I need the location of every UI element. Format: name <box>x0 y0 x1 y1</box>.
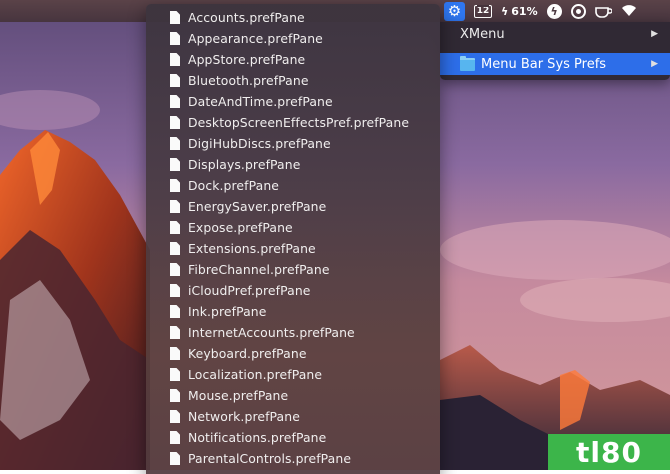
menu-bar-status-area: ⚙ 12 ϟ 61% ϟ <box>440 0 670 22</box>
menu-item-prefpane[interactable]: Localization.prefPane <box>146 364 440 385</box>
menu-item-prefpane[interactable]: iCloudPref.prefPane <box>146 280 440 301</box>
document-icon <box>170 221 180 234</box>
document-icon <box>170 116 180 129</box>
prefpane-label: FibreChannel.prefPane <box>188 262 330 277</box>
prefpane-label: iCloudPref.prefPane <box>188 283 311 298</box>
battery-percent: 61% <box>511 4 538 18</box>
prefpane-label: Accounts.prefPane <box>188 10 305 25</box>
menu-item-prefpane[interactable]: ParentalControls.prefPane <box>146 448 440 469</box>
menu-item-prefpane[interactable]: Bluetooth.prefPane <box>146 70 440 91</box>
coffee-cup-icon[interactable] <box>594 2 612 20</box>
battery-status[interactable]: ϟ 61% <box>501 2 538 20</box>
menu-item-prefpane[interactable]: Dock.prefPane <box>146 175 440 196</box>
menu-item-prefpane[interactable]: Appearance.prefPane <box>146 28 440 49</box>
document-icon <box>170 368 180 381</box>
document-icon <box>170 137 180 150</box>
submenu-arrow-icon: ▶ <box>651 29 658 39</box>
menu-item-prefpane[interactable]: FibreChannel.prefPane <box>146 259 440 280</box>
document-icon <box>170 410 180 423</box>
document-icon <box>170 179 180 192</box>
prefpane-label: ParentalControls.prefPane <box>188 451 352 466</box>
submenu-arrow-icon: ▶ <box>651 59 658 69</box>
document-icon <box>170 242 180 255</box>
calendar-day: 12 <box>474 4 492 18</box>
document-icon <box>170 263 180 276</box>
prefpane-label: Bluetooth.prefPane <box>188 73 309 88</box>
menu-item-menu-bar-sys-prefs[interactable]: Menu Bar Sys Prefs ▶ <box>440 53 670 75</box>
document-icon <box>170 431 180 444</box>
document-icon <box>170 326 180 339</box>
document-icon <box>170 95 180 108</box>
menu-item-prefpane[interactable]: Accounts.prefPane <box>146 7 440 28</box>
battery-charging-icon: ϟ <box>501 4 509 18</box>
menu-item-prefpane[interactable]: DigiHubDiscs.prefPane <box>146 133 440 154</box>
menu-item-prefpane[interactable]: EnergySaver.prefPane <box>146 196 440 217</box>
prefpane-label: Appearance.prefPane <box>188 31 323 46</box>
prefpane-label: Extensions.prefPane <box>188 241 316 256</box>
prefpane-label: Dock.prefPane <box>188 178 280 193</box>
menu-item-prefpane[interactable]: Extensions.prefPane <box>146 238 440 259</box>
prefpane-label: Localization.prefPane <box>188 367 323 382</box>
prefpane-label: Mouse.prefPane <box>188 388 289 403</box>
menu-item-prefpane[interactable]: Mouse.prefPane <box>146 385 440 406</box>
document-icon <box>170 32 180 45</box>
prefpane-label: Expose.prefPane <box>188 220 293 235</box>
menu-item-prefpane[interactable]: DesktopScreenEffectsPref.prefPane <box>146 112 440 133</box>
prefpane-label: Notifications.prefPane <box>188 430 327 445</box>
wifi-icon[interactable] <box>621 2 637 20</box>
bolt-circle-icon[interactable]: ϟ <box>546 2 562 20</box>
menu-item-prefpane[interactable]: AppStore.prefPane <box>146 49 440 70</box>
prefpane-label: DigiHubDiscs.prefPane <box>188 136 331 151</box>
document-icon <box>170 347 180 360</box>
menu-item-label: XMenu <box>460 26 505 42</box>
menu-item-prefpane[interactable]: Network.prefPane <box>146 406 440 427</box>
menu-item-prefpane[interactable]: Ink.prefPane <box>146 301 440 322</box>
menu-item-prefpane[interactable]: Keyboard.prefPane <box>146 343 440 364</box>
document-icon <box>170 200 180 213</box>
calendar-icon[interactable]: 12 <box>474 2 492 20</box>
menu-item-xmenu[interactable]: XMenu ▶ <box>440 23 670 45</box>
document-icon <box>170 158 180 171</box>
folder-icon <box>460 55 475 71</box>
prefpane-label: Keyboard.prefPane <box>188 346 307 361</box>
document-icon <box>170 452 180 465</box>
gear-icon[interactable]: ⚙ <box>444 1 465 21</box>
prefpane-label: Network.prefPane <box>188 409 300 424</box>
prefpane-label: DateAndTime.prefPane <box>188 94 333 109</box>
document-icon <box>170 389 180 402</box>
menu-item-prefpane[interactable]: Expose.prefPane <box>146 217 440 238</box>
prefpane-label: DesktopScreenEffectsPref.prefPane <box>188 115 410 130</box>
document-icon <box>170 11 180 24</box>
prefpane-label: InternetAccounts.prefPane <box>188 325 355 340</box>
menu-item-prefpane[interactable]: InternetAccounts.prefPane <box>146 322 440 343</box>
record-icon[interactable] <box>570 2 586 20</box>
document-icon <box>170 284 180 297</box>
document-icon <box>170 53 180 66</box>
menu-item-prefpane[interactable]: Notifications.prefPane <box>146 427 440 448</box>
prefpane-submenu: Accounts.prefPane Appearance.prefPane Ap… <box>146 4 440 474</box>
document-icon <box>170 74 180 87</box>
document-icon <box>170 305 180 318</box>
prefpane-label: Ink.prefPane <box>188 304 267 319</box>
prefpane-label: EnergySaver.prefPane <box>188 199 327 214</box>
prefpane-label: AppStore.prefPane <box>188 52 306 67</box>
menu-item-prefpane[interactable]: Displays.prefPane <box>146 154 440 175</box>
watermark-logo: tl80 <box>548 434 670 470</box>
xmenu-dropdown: XMenu ▶ Menu Bar Sys Prefs ▶ <box>440 22 670 80</box>
menu-item-prefpane[interactable]: DateAndTime.prefPane <box>146 91 440 112</box>
prefpane-label: Displays.prefPane <box>188 157 301 172</box>
menu-item-label: Menu Bar Sys Prefs <box>481 56 607 72</box>
